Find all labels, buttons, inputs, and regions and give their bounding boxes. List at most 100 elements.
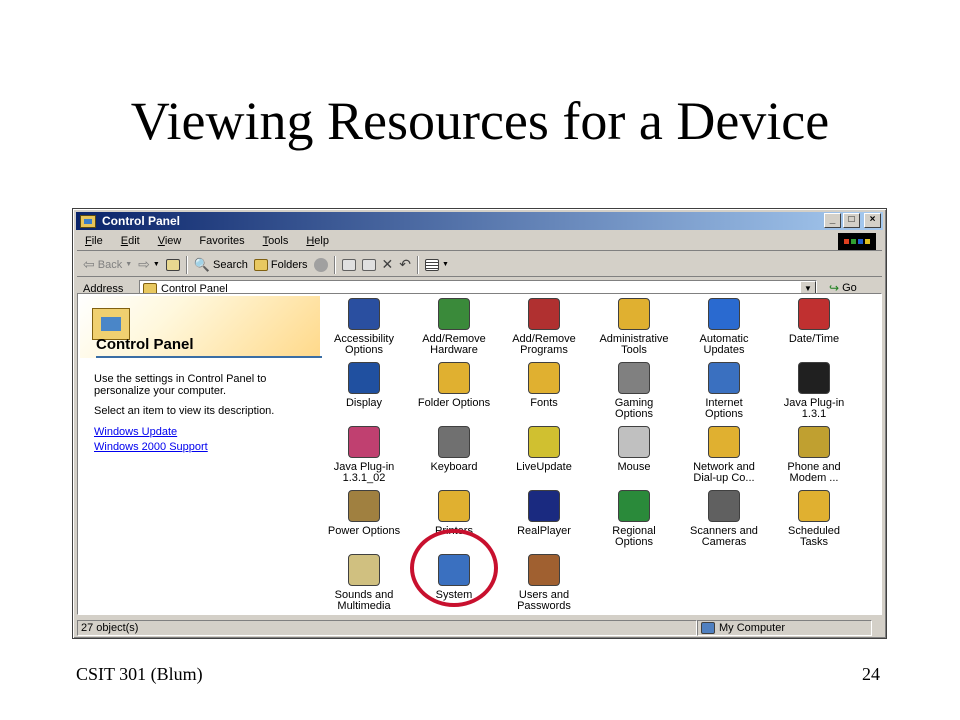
menu-edit[interactable]: Edit — [121, 235, 140, 247]
menu-tools-label: ools — [268, 235, 289, 247]
folders-button[interactable]: Folders — [253, 258, 308, 271]
history-button[interactable] — [313, 257, 328, 272]
cpl-label-line2: Dial-up Co... — [693, 472, 755, 484]
cpl-item[interactable]: Regional Options — [590, 490, 678, 548]
move-to-button[interactable] — [341, 258, 356, 271]
status-zone: My Computer — [697, 620, 872, 636]
cpl-item[interactable]: Add/Remove Hardware — [410, 298, 498, 356]
cpl-label-line2: Multimedia — [337, 600, 391, 612]
cpl-label-line1: RealPlayer — [517, 525, 571, 537]
cpl-label-line2: Passwords — [517, 600, 571, 612]
toolbar-separator — [185, 255, 188, 274]
delete-button[interactable]: ✕ — [382, 256, 394, 273]
folders-label: Folders — [270, 258, 308, 271]
status-count: 27 object(s) — [77, 620, 697, 636]
back-label: Back — [97, 258, 123, 271]
cpl-item[interactable]: Mouse — [590, 426, 678, 473]
window-titlebar[interactable]: Control Panel _ □ × — [76, 212, 883, 230]
forward-dropdown-icon: ▼ — [152, 261, 160, 268]
menu-file-label: ile — [91, 235, 103, 247]
cpl-label-line2: Options — [705, 408, 743, 420]
forward-button[interactable]: ⇨ ▼ — [138, 256, 160, 273]
menu-file[interactable]: File — [85, 235, 103, 247]
cpl-item[interactable]: Date/Time — [770, 298, 858, 345]
cpl-label-line2: 1.3.1 — [801, 408, 827, 420]
cpl-item[interactable]: Administrative Tools — [590, 298, 678, 356]
cpl-label-line1: Date/Time — [788, 333, 840, 345]
status-bar: 27 object(s) My Computer — [77, 620, 882, 636]
cpl-item[interactable]: LiveUpdate — [500, 426, 588, 473]
menu-bar: File Edit View Favorites Tools Help — [77, 232, 882, 251]
cpl-item[interactable]: RealPlayer — [500, 490, 588, 537]
cpl-label-line2: Hardware — [430, 344, 478, 356]
copy-to-icon — [361, 258, 376, 271]
cpl-label-line2: Modem ... — [789, 472, 839, 484]
folder-options-icon — [438, 362, 470, 394]
cpl-label-line1: Display — [345, 397, 383, 409]
forward-arrow-icon: ⇨ — [138, 256, 150, 272]
cpl-item[interactable]: Users and Passwords — [500, 554, 588, 612]
cpl-item[interactable]: Display — [320, 362, 408, 409]
toolbar-separator — [417, 255, 420, 274]
footer-course: CSIT 301 (Blum) — [76, 664, 203, 684]
cpl-item[interactable]: Network and Dial-up Co... — [680, 426, 768, 484]
footer-page-number: 24 — [862, 664, 880, 684]
cpl-label-line2: 1.3.1_02 — [342, 472, 386, 484]
cpl-item[interactable]: Internet Options — [680, 362, 768, 420]
internet-options-icon — [708, 362, 740, 394]
search-button[interactable]: 🔍 Search — [194, 257, 248, 273]
menu-edit-label: dit — [128, 235, 140, 247]
menu-tools[interactable]: Tools — [263, 235, 289, 247]
views-dropdown-icon: ▼ — [442, 261, 449, 268]
cpl-label-line1: Mouse — [617, 461, 651, 473]
mouse-icon — [618, 426, 650, 458]
up-folder-button[interactable] — [165, 258, 180, 271]
cpl-label-line2: Programs — [520, 344, 568, 356]
cpl-label-line2: Options — [615, 536, 653, 548]
menu-help[interactable]: Help — [306, 235, 329, 247]
views-button[interactable]: ▼ — [425, 258, 449, 271]
cpl-item[interactable]: Java Plug-in 1.3.1 — [770, 362, 858, 420]
back-button[interactable]: ⇦ Back ▼ — [83, 256, 132, 273]
undo-button[interactable]: ↶ — [399, 256, 411, 273]
cpl-item[interactable]: Folder Options — [410, 362, 498, 409]
cpl-item[interactable]: Accessibility Options — [320, 298, 408, 356]
date-time-icon — [798, 298, 830, 330]
scanners-cameras-icon — [708, 490, 740, 522]
cpl-item[interactable]: Keyboard — [410, 426, 498, 473]
up-folder-icon — [165, 258, 180, 271]
copy-to-button[interactable] — [361, 258, 376, 271]
cpl-item[interactable]: Scheduled Tasks — [770, 490, 858, 548]
cpl-item[interactable]: Add/Remove Programs — [500, 298, 588, 356]
cpl-item[interactable]: Automatic Updates — [680, 298, 768, 356]
cpl-item[interactable]: Phone and Modem ... — [770, 426, 858, 484]
cpl-item[interactable]: Java Plug-in 1.3.1_02 — [320, 426, 408, 484]
slide-title: Viewing Resources for a Device — [130, 91, 830, 151]
menu-favorites[interactable]: Favorites — [199, 235, 244, 247]
windows-update-link[interactable]: Windows Update — [94, 426, 177, 438]
info-pane-divider — [96, 356, 322, 358]
info-pane: Control Panel Use the settings in Contro… — [78, 294, 322, 614]
history-icon — [313, 257, 328, 272]
realplayer-icon — [528, 490, 560, 522]
cpl-label-line2: Tasks — [799, 536, 829, 548]
windows-2000-support-link[interactable]: Windows 2000 Support — [94, 441, 208, 453]
window-title: Control Panel — [102, 214, 181, 228]
cpl-item[interactable]: Power Options — [320, 490, 408, 537]
menu-view[interactable]: View — [158, 235, 182, 247]
network-icon — [708, 426, 740, 458]
cpl-item[interactable]: Fonts — [500, 362, 588, 409]
automatic-updates-icon — [708, 298, 740, 330]
minimize-button[interactable]: _ — [824, 213, 841, 228]
cpl-item[interactable]: Sounds and Multimedia — [320, 554, 408, 612]
back-arrow-icon: ⇦ — [83, 256, 95, 272]
cpl-item[interactable]: Gaming Options — [590, 362, 678, 420]
cpl-label-line2: Cameras — [701, 536, 747, 548]
maximize-button[interactable]: □ — [843, 213, 860, 228]
menu-view-accel: V — [157, 235, 165, 247]
close-button[interactable]: × — [864, 213, 881, 228]
cpl-label-line1: Fonts — [530, 397, 558, 409]
cpl-item[interactable]: Scanners and Cameras — [680, 490, 768, 548]
delete-icon: ✕ — [381, 256, 394, 272]
windows-logo-icon — [838, 233, 876, 250]
